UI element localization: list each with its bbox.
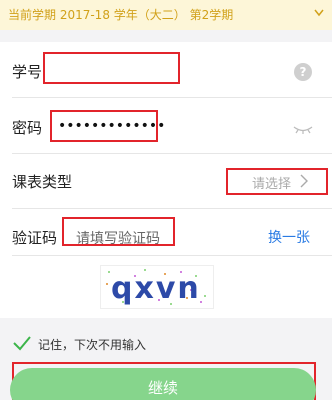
refresh-captcha-link[interactable]: 换一张: [268, 227, 310, 247]
chevron-down-icon: [314, 9, 324, 17]
divider: [12, 153, 332, 154]
remember-me-label[interactable]: 记住，下次不用输入: [38, 336, 146, 353]
captcha-label: 验证码: [12, 229, 58, 247]
student-id-input[interactable]: [48, 56, 176, 80]
continue-button[interactable]: 继续: [10, 368, 316, 400]
divider: [12, 255, 332, 256]
password-label: 密码: [12, 119, 43, 137]
captcha-input[interactable]: 请填写验证码: [76, 228, 160, 248]
captcha-text: qxvn: [111, 271, 201, 306]
semester-text: 当前学期 2017-18 学年（大二） 第2学期: [8, 8, 234, 22]
question-icon[interactable]: ?: [294, 63, 312, 81]
checkmark-icon[interactable]: [12, 335, 32, 351]
chevron-right-icon: [300, 174, 308, 188]
captcha-image[interactable]: qxvn: [100, 265, 214, 309]
eye-closed-icon[interactable]: [292, 124, 314, 134]
divider: [12, 97, 332, 98]
student-id-label: 学号: [12, 63, 43, 81]
schedule-type-label: 课表类型: [12, 173, 73, 191]
divider: [12, 208, 332, 209]
semester-banner[interactable]: 当前学期 2017-18 学年（大二） 第2学期: [0, 0, 332, 30]
password-input[interactable]: •••••••••••••: [58, 118, 165, 134]
schedule-type-select[interactable]: 请选择: [252, 173, 291, 192]
